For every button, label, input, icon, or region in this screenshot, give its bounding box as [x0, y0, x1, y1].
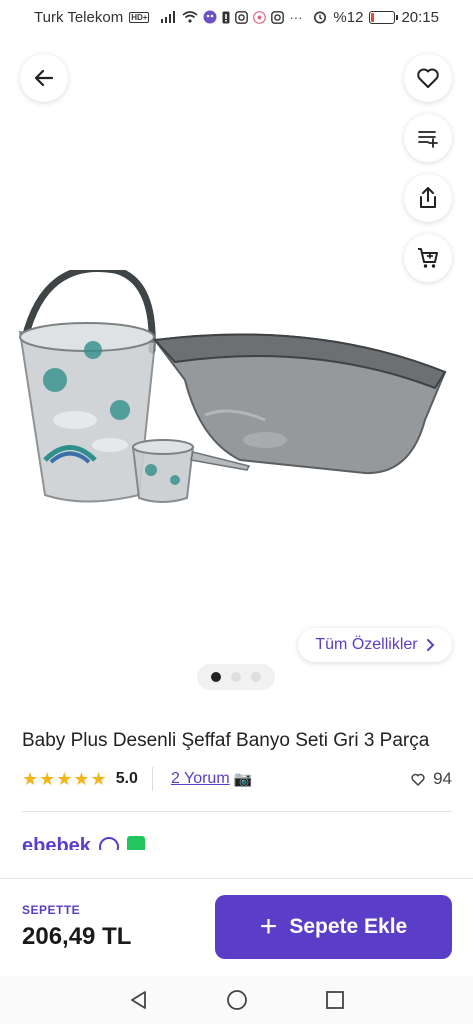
product-gallery[interactable]: Tüm Özellikler [0, 34, 473, 710]
seller-row[interactable]: ebebek [22, 832, 452, 850]
app-icon [253, 10, 267, 24]
divider [151, 767, 153, 791]
app-notification-icon [203, 10, 217, 24]
wifi-icon [182, 11, 198, 23]
add-to-list-button[interactable] [404, 114, 452, 162]
pagination-dot[interactable] [251, 672, 261, 682]
reviews-link[interactable]: 2 Yorum [171, 770, 230, 788]
status-right: %12 20:15 [313, 9, 439, 26]
seller-name[interactable]: ebebek [22, 832, 91, 850]
status-left: Turk Telekom HD+ [34, 8, 150, 26]
pagination-dot[interactable] [211, 672, 221, 682]
back-arrow-icon [34, 69, 54, 87]
more-notifications-icon: ··· [289, 9, 303, 25]
price: 206,49 TL [22, 923, 132, 950]
share-button[interactable] [404, 174, 452, 222]
signal-icon [161, 11, 176, 23]
product-image [18, 270, 447, 503]
battery-level [371, 12, 375, 22]
status-icons: ··· [161, 10, 302, 25]
nav-home-icon[interactable] [226, 989, 248, 1011]
add-to-cart-button[interactable]: + Sepete Ekle [215, 895, 452, 959]
camera-icon: 📷 [233, 771, 253, 788]
system-nav-bar [0, 976, 473, 1024]
filter-list-icon [418, 131, 438, 148]
cart-icon [418, 248, 438, 268]
gallery-pagination[interactable] [197, 664, 275, 690]
seller-badge [126, 836, 145, 850]
instagram-icon [235, 10, 249, 24]
share-icon [420, 187, 436, 208]
rating-row: ★★★★★ 5.0 2 Yorum 📷 94 [22, 765, 452, 793]
rating-stars: ★★★★★ [22, 768, 108, 789]
product-title: Baby Plus Desenli Şeffaf Banyo Seti Gri … [22, 730, 430, 751]
rating-value: 5.0 [115, 770, 138, 787]
instagram-icon [271, 10, 285, 24]
nav-back-icon[interactable] [128, 989, 150, 1011]
pagination-dot[interactable] [231, 672, 241, 682]
plus-icon: + [259, 910, 278, 943]
clock: 20:15 [401, 8, 439, 26]
add-to-cart-label: Sepete Ekle [289, 915, 408, 938]
status-bar: Turk Telekom HD+ ··· %12 20:15 [0, 0, 473, 34]
heart-icon [417, 68, 439, 88]
nav-recents-icon[interactable] [325, 990, 345, 1010]
likes-counter[interactable]: 94 [411, 769, 452, 789]
heart-icon [411, 773, 425, 786]
battery-percent: %12 [333, 8, 364, 26]
bottom-cart-bar: SEPETTE 206,49 TL + Sepete Ekle [0, 878, 473, 976]
chevron-right-icon [426, 639, 435, 651]
all-features-button[interactable]: Tüm Özellikler [298, 628, 452, 662]
favorite-button[interactable] [404, 54, 452, 102]
cart-label: SEPETTE [22, 903, 81, 917]
hd-badge: HD+ [129, 11, 150, 23]
divider [22, 811, 452, 812]
likes-count: 94 [433, 769, 452, 788]
back-button[interactable] [20, 54, 68, 102]
battery-icon [369, 10, 399, 24]
info-icon[interactable] [98, 837, 119, 850]
carrier-name: Turk Telekom [34, 8, 124, 26]
product-info: Baby Plus Desenli Şeffaf Banyo Seti Gri … [22, 710, 452, 850]
alarm-icon [314, 11, 327, 24]
alert-icon [222, 11, 230, 23]
all-features-label: Tüm Özellikler [315, 636, 418, 653]
